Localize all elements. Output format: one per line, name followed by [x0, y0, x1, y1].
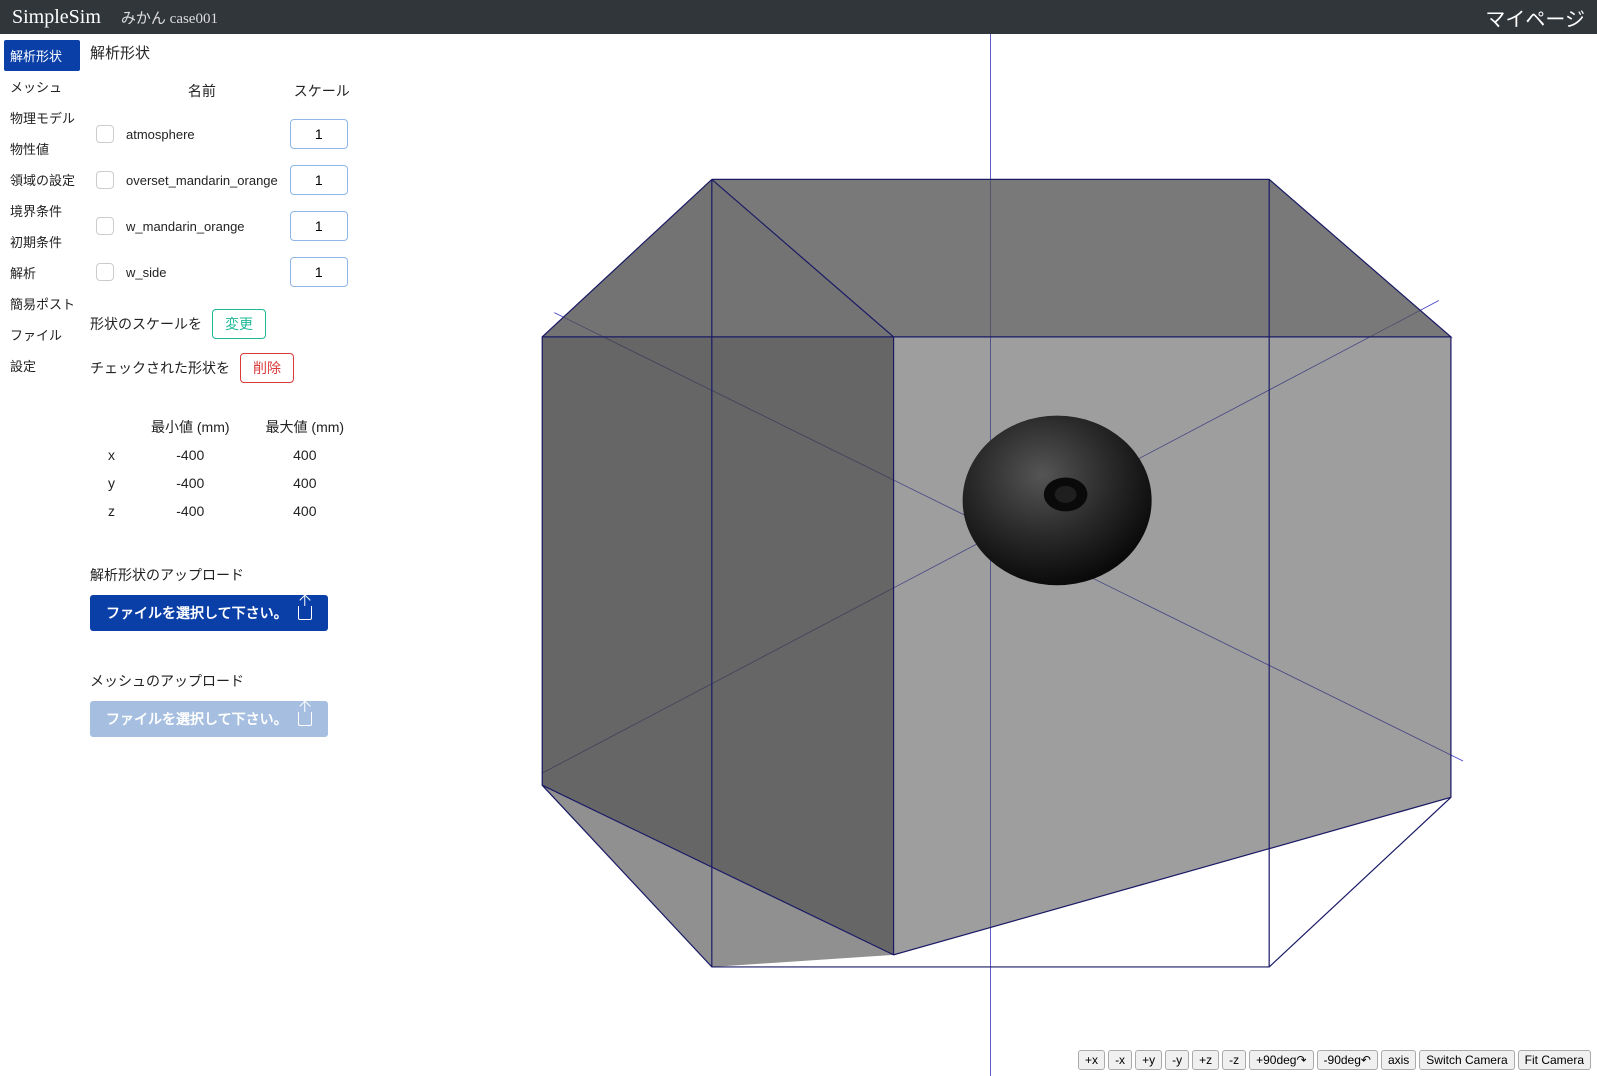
case-name[interactable]: みかん case001	[121, 7, 218, 28]
upload-mesh-title: メッシュのアップロード	[90, 671, 378, 691]
shape-checkbox[interactable]	[96, 171, 114, 189]
sidebar-item-mesh[interactable]: メッシュ	[4, 71, 80, 102]
shape-name: atmosphere	[120, 111, 284, 157]
shape-name: w_side	[120, 249, 284, 295]
upload-geom-button[interactable]: ファイルを選択して下さい。	[90, 595, 328, 631]
sidebar-item-file[interactable]: ファイル	[4, 319, 80, 350]
bounds-axis: z	[90, 497, 133, 525]
bounds-min: -400	[133, 469, 248, 497]
sidebar-item-properties[interactable]: 物性値	[4, 133, 80, 164]
change-scale-button[interactable]: 変更	[212, 309, 266, 339]
sidebar-item-initial[interactable]: 初期条件	[4, 226, 80, 257]
delete-shapes-button[interactable]: 削除	[240, 353, 294, 383]
bounds-axis: y	[90, 469, 133, 497]
shape-checkbox[interactable]	[96, 263, 114, 281]
bounds-min: -400	[133, 441, 248, 469]
sidebar: 解析形状 メッシュ 物理モデル 物性値 領域の設定 境界条件 初期条件 解析 簡…	[0, 34, 84, 1076]
shapes-table: 名前 スケール atmosphere overset_mandarin_oran…	[90, 81, 360, 295]
mypage-link[interactable]: マイページ	[1485, 3, 1585, 32]
col-scale: スケール	[284, 81, 360, 111]
panel-title: 解析形状	[90, 42, 378, 63]
bounds-min: -400	[133, 497, 248, 525]
shape-checkbox[interactable]	[96, 217, 114, 235]
upload-mesh-button: ファイルを選択して下さい。	[90, 701, 328, 737]
app-brand: SimpleSim	[12, 6, 101, 29]
sidebar-item-solve[interactable]: 解析	[4, 257, 80, 288]
view-plus-z-button[interactable]: +z	[1192, 1050, 1219, 1070]
scale-action-label: 形状のスケールを	[90, 314, 202, 334]
sidebar-item-settings[interactable]: 設定	[4, 350, 80, 381]
rotate-cw-button[interactable]: +90deg↷	[1249, 1050, 1313, 1070]
bounds-axis: x	[90, 441, 133, 469]
bounds-max: 400	[248, 497, 363, 525]
rotate-ccw-button[interactable]: -90deg↶	[1317, 1050, 1378, 1070]
table-row: overset_mandarin_orange	[90, 157, 360, 203]
app-header: SimpleSim みかん case001 マイページ	[0, 0, 1597, 34]
upload-geom-title: 解析形状のアップロード	[90, 565, 378, 585]
fit-camera-button[interactable]: Fit Camera	[1518, 1050, 1591, 1070]
axis-toggle-button[interactable]: axis	[1381, 1050, 1416, 1070]
viewer-controls: +x -x +y -y +z -z +90deg↷ -90deg↶ axis S…	[1078, 1050, 1591, 1070]
view-minus-y-button[interactable]: -y	[1165, 1050, 1189, 1070]
bounds-max: 400	[248, 469, 363, 497]
3d-viewport[interactable]: +x -x +y -y +z -z +90deg↷ -90deg↶ axis S…	[384, 34, 1597, 1076]
table-row: w_mandarin_orange	[90, 203, 360, 249]
shape-scale-input[interactable]	[290, 257, 348, 287]
sidebar-item-boundary[interactable]: 境界条件	[4, 195, 80, 226]
switch-camera-button[interactable]: Switch Camera	[1419, 1050, 1514, 1070]
upload-icon	[298, 606, 312, 620]
view-minus-x-button[interactable]: -x	[1108, 1050, 1132, 1070]
table-row: atmosphere	[90, 111, 360, 157]
shape-scale-input[interactable]	[290, 119, 348, 149]
sidebar-item-region[interactable]: 領域の設定	[4, 164, 80, 195]
shape-scale-input[interactable]	[290, 211, 348, 241]
settings-panel: 解析形状 名前 スケール atmosphere overset_mandarin…	[84, 34, 384, 1076]
view-minus-z-button[interactable]: -z	[1222, 1050, 1246, 1070]
table-row: y -400 400	[90, 469, 362, 497]
shape-name: w_mandarin_orange	[120, 203, 284, 249]
view-plus-x-button[interactable]: +x	[1078, 1050, 1105, 1070]
bounds-min-header: 最小値 (mm)	[133, 413, 248, 441]
delete-action-label: チェックされた形状を	[90, 358, 230, 378]
table-row: w_side	[90, 249, 360, 295]
bounds-max: 400	[248, 441, 363, 469]
shape-name: overset_mandarin_orange	[120, 157, 284, 203]
sidebar-item-physics[interactable]: 物理モデル	[4, 102, 80, 133]
shape-checkbox[interactable]	[96, 125, 114, 143]
table-row: z -400 400	[90, 497, 362, 525]
shape-scale-input[interactable]	[290, 165, 348, 195]
view-plus-y-button[interactable]: +y	[1135, 1050, 1162, 1070]
sidebar-item-geometry[interactable]: 解析形状	[4, 40, 80, 71]
upload-icon	[298, 712, 312, 726]
bounds-max-header: 最大値 (mm)	[248, 413, 363, 441]
bounds-table: 最小値 (mm) 最大値 (mm) x -400 400 y -400 400 …	[90, 413, 362, 525]
upload-mesh-button-label: ファイルを選択して下さい。	[106, 709, 288, 729]
upload-geom-button-label: ファイルを選択して下さい。	[106, 603, 288, 623]
table-row: x -400 400	[90, 441, 362, 469]
col-name: 名前	[120, 81, 284, 111]
sidebar-item-post[interactable]: 簡易ポスト	[4, 288, 80, 319]
